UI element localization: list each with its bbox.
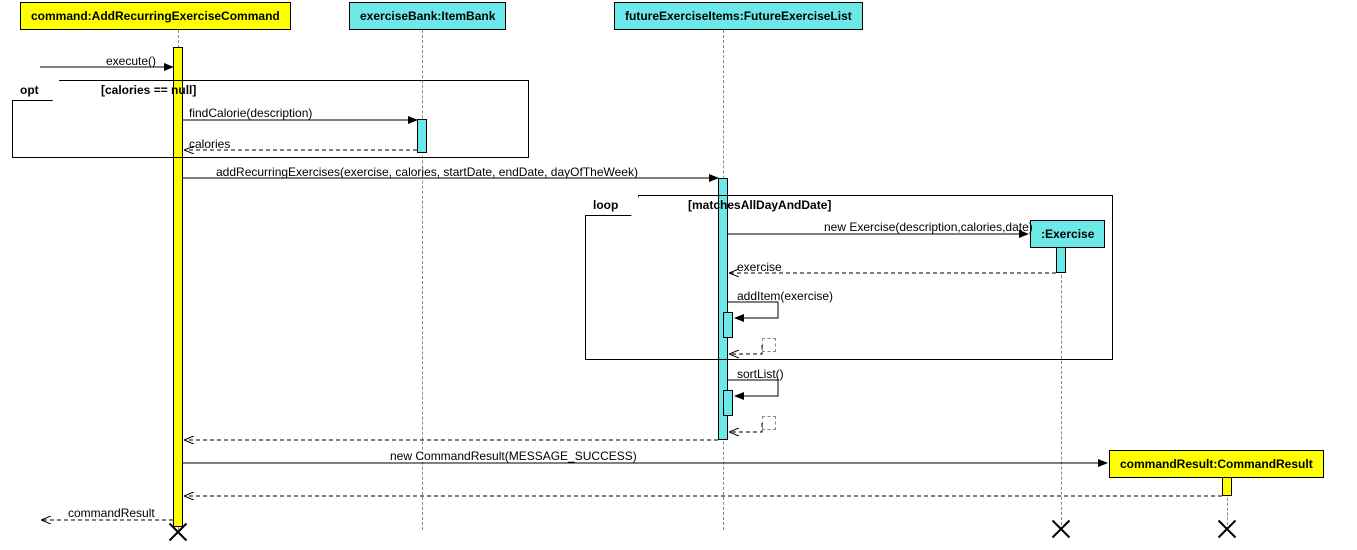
msg-sort-list: sortList(): [737, 367, 784, 381]
msg-execute: execute(): [106, 54, 156, 68]
participant-exercise: :Exercise: [1030, 220, 1105, 248]
participant-exercise-bank: exerciseBank:ItemBank: [349, 2, 506, 30]
activation-self-sortlist: [723, 390, 733, 416]
destroy-exercise: [1051, 518, 1071, 538]
msg-add-recurring: addRecurringExercises(exercise, calories…: [216, 165, 638, 179]
msg-command-result-return: commandResult: [68, 506, 155, 520]
msg-calories-return: calories: [189, 137, 230, 151]
msg-add-item: addItem(exercise): [737, 289, 833, 303]
destroy-command-result: [1217, 518, 1237, 538]
msg-new-command-result: new CommandResult(MESSAGE_SUCCESS): [390, 449, 637, 463]
msg-find-calorie: findCalorie(description): [189, 106, 312, 120]
participant-future-exercise-items: futureExerciseItems:FutureExerciseList: [614, 2, 863, 30]
participant-command-result: commandResult:CommandResult: [1109, 450, 1324, 478]
frame-loop-guard: [matchesAllDayAndDate]: [688, 198, 831, 212]
frame-loop-label: loop: [585, 195, 639, 216]
frame-opt-label: opt: [12, 80, 60, 101]
participant-command: command:AddRecurringExerciseCommand: [20, 2, 291, 30]
activation-sortlist-return-box: [762, 416, 776, 430]
destroy-command: [168, 521, 188, 541]
msg-exercise-return: exercise: [737, 260, 782, 274]
frame-opt-guard: [calories == null]: [101, 83, 196, 97]
msg-new-exercise: new Exercise(description,calories,date): [824, 220, 1033, 234]
